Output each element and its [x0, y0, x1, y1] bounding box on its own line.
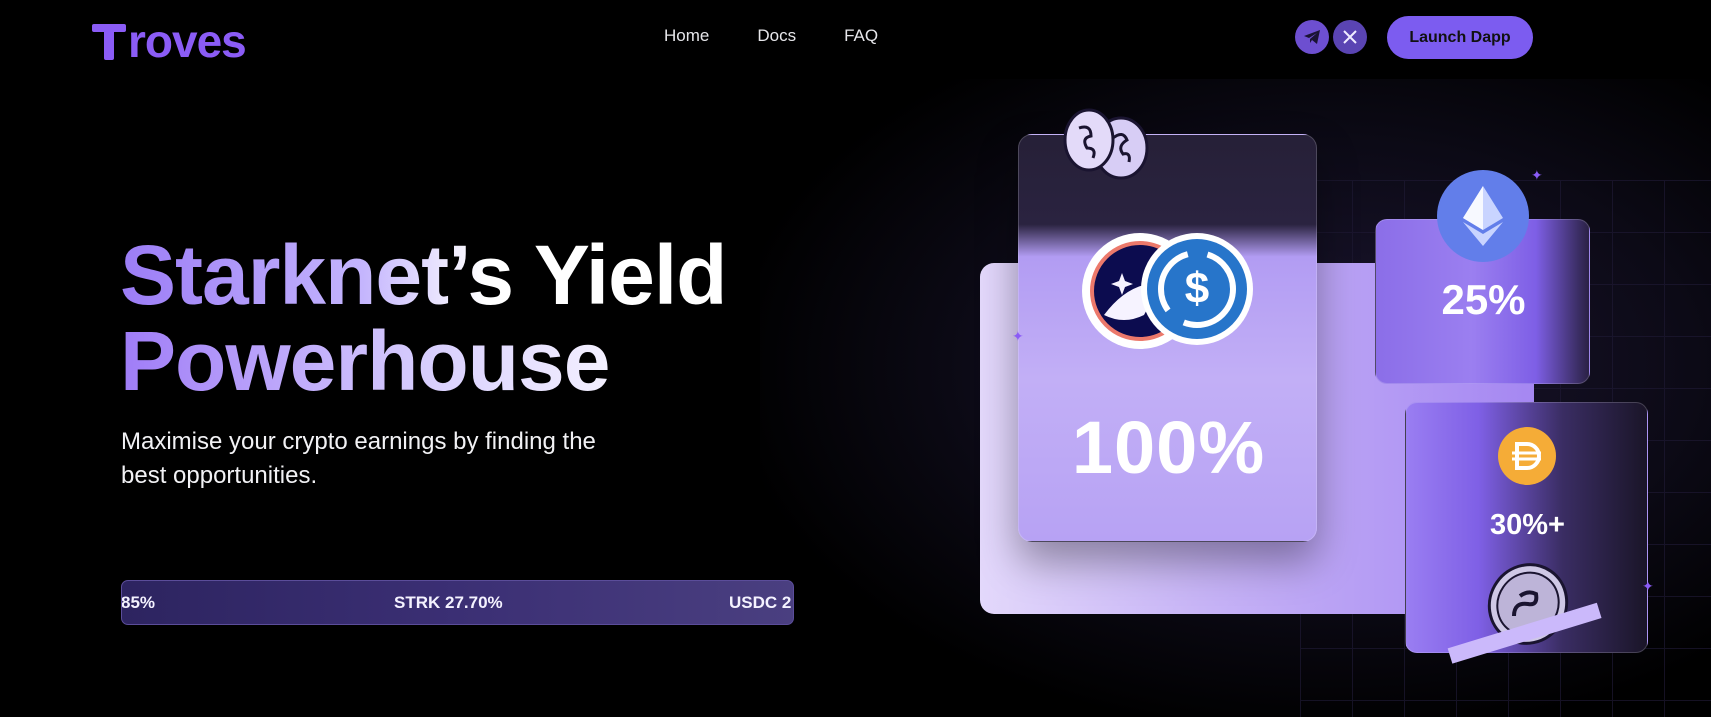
eth-yield-percent: 25% [1441, 276, 1526, 323]
svg-text:$: $ [1185, 264, 1209, 313]
ticker-item: USDC 2 [729, 593, 792, 612]
hero-title: Starknet’s Yield Powerhouse [120, 232, 727, 404]
hero-title-line2: Powerhouse [120, 318, 727, 404]
logo-mark-icon [92, 20, 126, 62]
nav-home-link[interactable]: Home [664, 26, 709, 46]
hero-subtitle: Maximise your crypto earnings by finding… [121, 428, 596, 489]
usdc-coin-icon: $ [1141, 233, 1253, 345]
nav-faq-link[interactable]: FAQ [844, 26, 878, 46]
hero-title-line1: Starknet’s Yield [120, 228, 727, 322]
dai-coin-icon [1498, 427, 1556, 485]
launch-dapp-button[interactable]: Launch Dapp [1387, 16, 1533, 59]
telegram-icon[interactable] [1295, 20, 1329, 54]
nav-docs-link[interactable]: Docs [757, 26, 796, 46]
ticker-item: STRK 27.70% [394, 593, 503, 612]
ticker-item: 85% [121, 593, 156, 612]
x-icon[interactable] [1333, 20, 1367, 54]
sparkle-icon: ✦ [1531, 167, 1543, 183]
sparkle-icon: ✦ [1642, 578, 1654, 594]
nav-links: Home Docs FAQ [664, 26, 878, 46]
logo[interactable]: roves [92, 14, 247, 67]
eth-coin-icon [1437, 170, 1529, 262]
apy-ticker: 85% STRK 27.70% USDC 2 [121, 580, 794, 625]
dai-yield-percent: 30%+ [1490, 509, 1565, 541]
top-nav: roves Home Docs FAQ Launch Dapp [0, 0, 1711, 79]
sparkle-icon: ✦ [1012, 328, 1024, 344]
coin-stack-icon [1063, 108, 1149, 180]
main-yield-percent: 100% [1071, 406, 1266, 489]
logo-text: roves [128, 15, 247, 67]
